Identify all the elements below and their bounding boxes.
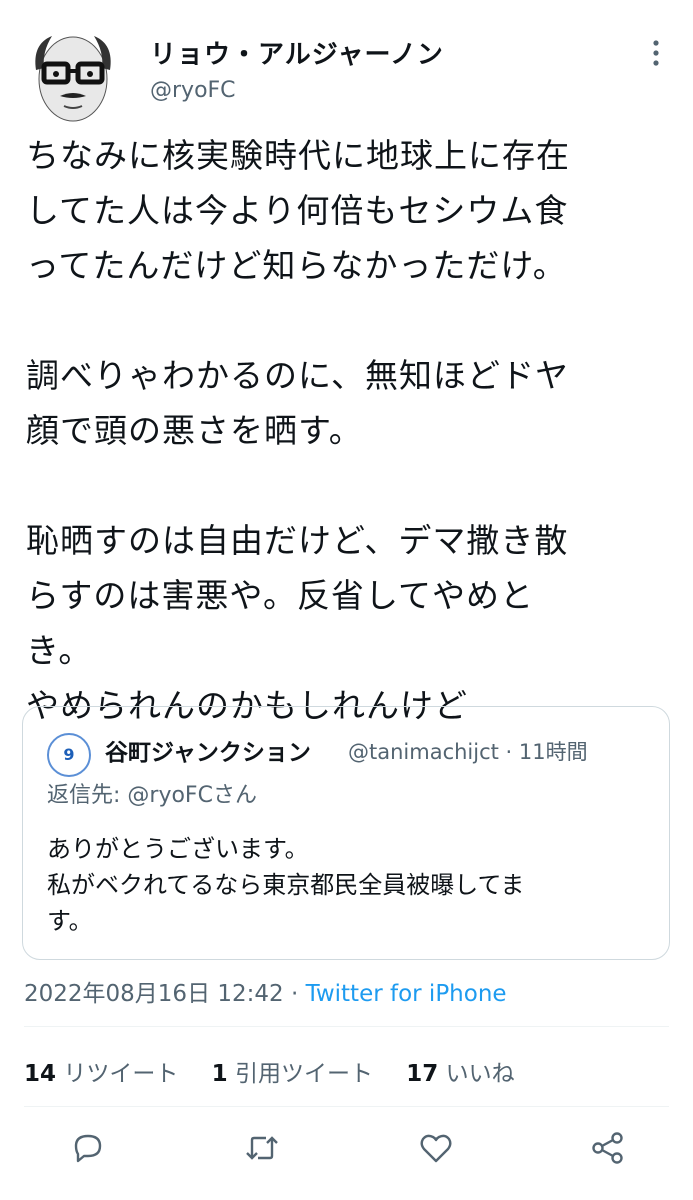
tweet-timestamp[interactable]: 2022年08月16日 12:42 ·	[24, 981, 306, 1007]
more-icon[interactable]	[646, 38, 666, 68]
author-display-name[interactable]: リョウ・アルジャーノン	[150, 34, 444, 71]
likes-stat[interactable]: 17 いいね	[406, 1061, 540, 1087]
author-handle[interactable]: @ryoFC	[150, 78, 236, 103]
reply-handle[interactable]: @ryoFCさん	[127, 783, 257, 808]
quoted-author-avatar[interactable]: 9	[47, 733, 91, 777]
quoted-author-meta: @tanimachijct · 11時間	[348, 740, 588, 764]
retweet-icon[interactable]	[244, 1130, 280, 1166]
quoted-author-name[interactable]: 谷町ジャンクション	[105, 733, 311, 767]
divider	[24, 1026, 669, 1027]
tweet-timestamp-row: 2022年08月16日 12:42 · Twitter for iPhone	[24, 974, 507, 1008]
quotes-label: 引用ツイート	[234, 1061, 373, 1087]
tweet-text: ちなみに核実験時代に地球上に存在 してた人は今より何倍もセシウム食 ってたんだけ…	[26, 136, 570, 725]
quoted-avatar-label: 9	[63, 745, 75, 764]
retweets-label: リツイート	[63, 1061, 179, 1087]
quoted-tweet-card[interactable]: 9 谷町ジャンクション @tanimachijct · 11時間 返信先: @r…	[22, 706, 670, 960]
retweets-count: 14	[24, 1061, 57, 1087]
tweet-source-link[interactable]: Twitter for iPhone	[306, 981, 507, 1007]
retweets-stat[interactable]: 14 リツイート	[24, 1061, 204, 1087]
quoted-reply-to: 返信先: @ryoFCさん	[47, 777, 257, 809]
divider	[24, 1106, 669, 1107]
quotes-count: 1	[211, 1061, 228, 1087]
author-avatar[interactable]	[22, 24, 124, 126]
like-icon[interactable]	[418, 1130, 454, 1166]
quoted-tweet-text: ありがとうございます。 私がベクれてるなら東京都民全員被曝してま す。	[47, 835, 525, 935]
quotes-stat[interactable]: 1 引用ツイート	[212, 1061, 399, 1087]
likes-label: いいね	[445, 1061, 515, 1087]
share-icon[interactable]	[590, 1130, 626, 1166]
tweet-actions	[0, 1130, 693, 1180]
likes-count: 17	[406, 1061, 439, 1087]
reply-prefix: 返信先:	[47, 783, 128, 808]
tweet-header: リョウ・アルジャーノン @ryoFC	[0, 0, 693, 126]
tweet-stats: 14 リツイート 1 引用ツイート 17 いいね	[24, 1054, 541, 1088]
avatar-illustration	[35, 36, 111, 122]
reply-icon[interactable]	[70, 1130, 106, 1166]
